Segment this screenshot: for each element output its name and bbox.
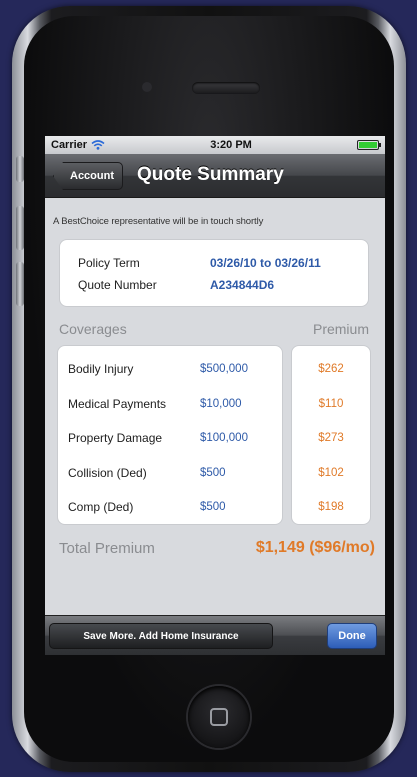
account-back-button[interactable]: Account [53, 162, 123, 190]
mute-switch [16, 156, 24, 182]
home-square-icon [210, 708, 228, 726]
policy-card: Policy Term 03/26/10 to 03/26/11 Quote N… [59, 239, 369, 307]
coverage-name: Property Damage [68, 431, 163, 446]
bottom-toolbar: Save More. Add Home Insurance Done [45, 615, 385, 655]
representative-notice: A BestChoice representative will be in t… [53, 216, 264, 227]
coverage-name: Medical Payments [68, 396, 167, 411]
coverage-limit: $10,000 [200, 397, 242, 410]
premium-value: $262 [318, 363, 344, 376]
battery-icon [357, 140, 381, 150]
coverage-row: Collision (Ded) $500 [68, 456, 282, 491]
done-button[interactable]: Done [327, 623, 377, 649]
premium-card: $262 $110 $273 $102 $198 [291, 345, 371, 525]
premium-value: $102 [318, 466, 344, 479]
home-button[interactable] [188, 686, 250, 748]
status-bar: Carrier 3:20 PM [45, 136, 385, 154]
battery-fill [359, 142, 377, 148]
coverage-limit: $500 [200, 501, 226, 514]
coverage-tables: Bodily Injury $500,000 Medical Payments … [57, 345, 377, 525]
premium-value: $110 [318, 397, 344, 410]
policy-term-value: 03/26/10 to 03/26/11 [210, 256, 321, 270]
coverage-name: Comp (Ded) [68, 500, 134, 515]
wifi-icon [91, 140, 105, 150]
quote-number-value: A234844D6 [210, 278, 275, 292]
coverages-header: Coverages [59, 321, 127, 337]
coverage-limit: $500 [200, 466, 226, 479]
content: A BestChoice representative will be in t… [45, 216, 385, 557]
coverage-row: Bodily Injury $500,000 [68, 352, 282, 387]
total-premium-label: Total Premium [59, 539, 155, 557]
camera-icon [142, 82, 152, 92]
coverage-limit: $100,000 [200, 432, 248, 445]
coverage-row: Property Damage $100,000 [68, 421, 282, 456]
carrier-label: Carrier [51, 139, 88, 151]
premium-value: $273 [318, 432, 344, 445]
navigation-bar: Account Quote Summary [45, 154, 385, 198]
coverage-row: Comp (Ded) $500 [68, 490, 282, 525]
coverage-row: Medical Payments $10,000 [68, 387, 282, 422]
total-premium-value: $1,149 ($96/mo) [255, 539, 375, 556]
coverage-name: Collision (Ded) [68, 465, 147, 480]
total-premium-row: Total Premium $1,149 ($96/mo) [53, 539, 377, 557]
earpiece-speaker [192, 82, 260, 94]
page-title: Quote Summary [137, 164, 284, 185]
volume-up-button [16, 206, 24, 250]
policy-term-label: Policy Term [78, 256, 140, 270]
status-left: Carrier [51, 139, 105, 151]
coverage-card: Bodily Injury $500,000 Medical Payments … [57, 345, 283, 525]
policy-term-row: Policy Term 03/26/10 to 03/26/11 [78, 252, 368, 274]
premium-header: Premium [312, 321, 369, 337]
premium-value: $198 [318, 501, 344, 514]
add-home-insurance-button[interactable]: Save More. Add Home Insurance [49, 623, 273, 649]
clock-label: 3:20 PM [210, 139, 252, 151]
quote-number-label: Quote Number [78, 278, 157, 292]
coverage-limit: $500,000 [200, 363, 248, 376]
quote-number-row: Quote Number A234844D6 [78, 274, 368, 296]
coverage-name: Bodily Injury [68, 362, 134, 377]
screen: Carrier 3:20 PM Account Quote Summary A … [45, 136, 385, 655]
section-headers: Coverages Premium [53, 321, 377, 337]
volume-down-button [16, 262, 24, 306]
